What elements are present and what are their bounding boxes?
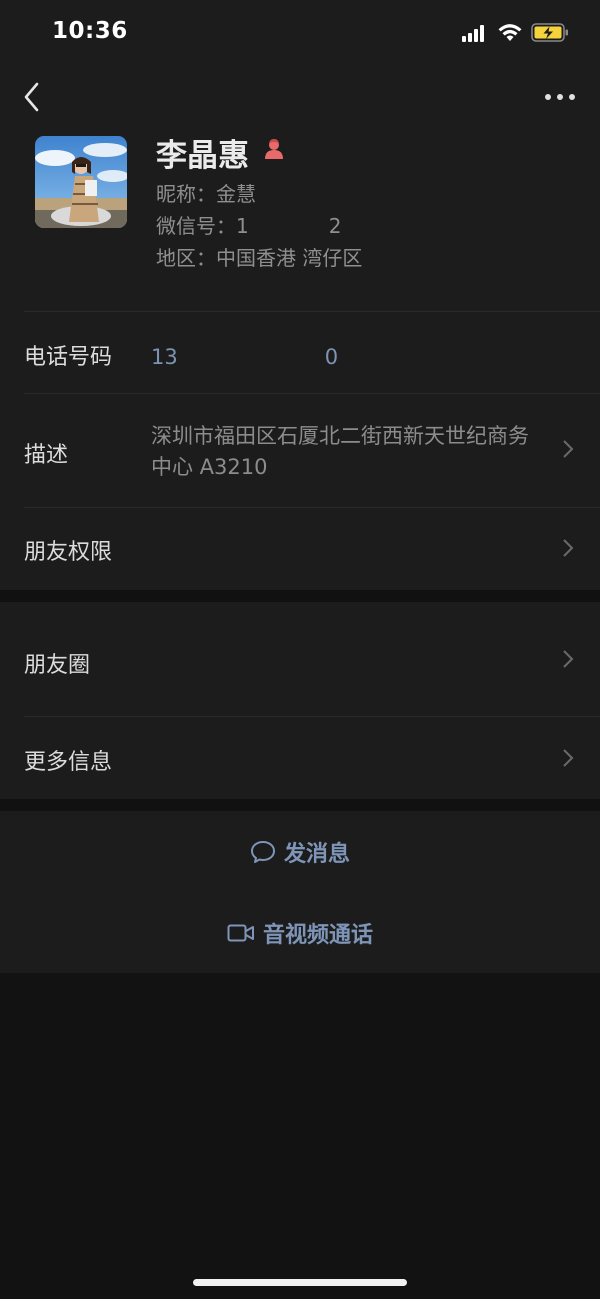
contact-info-section: 电话号码 13 0 描述 深圳市福田区石厦北二街西新天世纪商务中心 A3210 … <box>0 311 600 590</box>
send-message-button[interactable]: 发消息 <box>0 822 600 882</box>
chevron-left-icon <box>24 82 39 112</box>
moments-label: 朋友圈 <box>24 653 91 678</box>
phone-number[interactable]: 13 0 <box>151 341 338 371</box>
chevron-right-icon <box>563 650 574 668</box>
video-call-label: 音视频通话 <box>262 923 373 948</box>
action-section: 发消息 音视频通话 <box>0 811 600 973</box>
region: 地区：中国香港 湾仔区 <box>156 246 363 270</box>
send-message-label: 发消息 <box>283 842 350 867</box>
description-label: 描述 <box>24 443 69 468</box>
phone-label: 电话号码 <box>24 345 113 370</box>
status-bar: 10:36 <box>0 0 600 66</box>
description-text: 深圳市福田区石厦北二街西新天世纪商务中心 A3210 <box>151 424 529 479</box>
wifi-icon <box>498 24 522 41</box>
more-section: 朋友圈 更多信息 <box>0 602 600 799</box>
chevron-right-icon <box>563 749 574 767</box>
cellular-signal-icon <box>462 24 488 42</box>
avatar[interactable] <box>35 136 127 228</box>
chevron-right-icon <box>563 440 574 458</box>
video-camera-icon <box>227 924 254 942</box>
nickname: 昵称：金慧 <box>156 182 256 206</box>
chat-bubble-icon <box>250 841 275 863</box>
home-indicator[interactable] <box>193 1279 407 1286</box>
avatar-image <box>35 136 127 228</box>
contact-name: 李晶惠 <box>156 138 249 174</box>
wechat-id: 微信号：1 2 <box>156 214 342 238</box>
moments-row[interactable]: 朋友圈 <box>0 602 600 716</box>
female-icon <box>265 139 283 159</box>
video-call-button[interactable]: 音视频通话 <box>0 903 600 963</box>
profile-header: 李晶惠 昵称：金慧 微信号：1 2 地区：中国香港 湾仔区 <box>0 66 600 311</box>
more-options-button[interactable] <box>540 84 580 108</box>
section-gap <box>0 590 600 602</box>
phone-row[interactable]: 电话号码 13 0 <box>0 311 600 393</box>
battery-charging-icon <box>531 23 568 42</box>
friend-permissions-row[interactable]: 朋友权限 <box>0 507 600 590</box>
more-info-label: 更多信息 <box>24 750 113 775</box>
status-time: 10:36 <box>52 18 128 44</box>
friend-permissions-label: 朋友权限 <box>24 540 113 565</box>
section-gap <box>0 799 600 811</box>
more-info-row[interactable]: 更多信息 <box>0 716 600 799</box>
chevron-right-icon <box>563 539 574 557</box>
back-button[interactable] <box>18 80 48 114</box>
